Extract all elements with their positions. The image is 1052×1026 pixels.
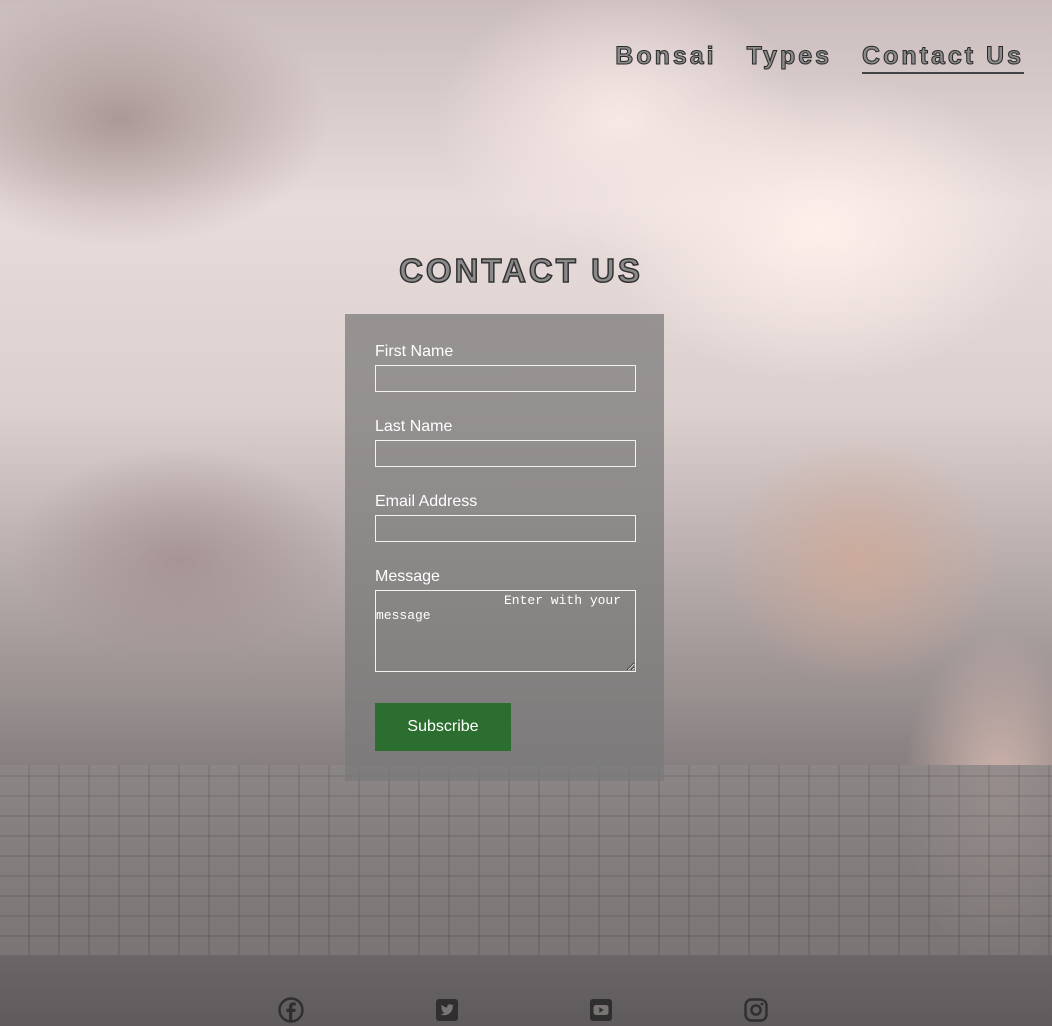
page-title: CONTACT US bbox=[398, 251, 643, 290]
contact-form: First Name Last Name Email Address Messa… bbox=[345, 314, 664, 781]
email-input[interactable] bbox=[375, 515, 636, 542]
youtube-icon[interactable] bbox=[588, 997, 614, 1023]
message-label: Message bbox=[375, 568, 440, 585]
nav-link-contact-us[interactable]: Contact Us bbox=[862, 42, 1024, 74]
last-name-label: Last Name bbox=[375, 418, 453, 435]
social-links bbox=[0, 997, 1052, 1023]
last-name-input[interactable] bbox=[375, 440, 636, 467]
message-input[interactable] bbox=[375, 590, 636, 672]
nav-link-bonsai[interactable]: Bonsai bbox=[615, 42, 716, 74]
instagram-icon[interactable] bbox=[743, 997, 769, 1023]
first-name-label: First Name bbox=[375, 343, 454, 360]
nav-link-types[interactable]: Types bbox=[746, 42, 832, 74]
email-label: Email Address bbox=[375, 493, 478, 510]
first-name-input[interactable] bbox=[375, 365, 636, 392]
facebook-icon[interactable] bbox=[278, 997, 304, 1023]
stone-wall-background bbox=[0, 765, 1052, 955]
top-nav: Bonsai Types Contact Us bbox=[615, 42, 1024, 74]
twitter-icon[interactable] bbox=[434, 997, 460, 1023]
subscribe-button[interactable]: Subscribe bbox=[375, 703, 511, 751]
